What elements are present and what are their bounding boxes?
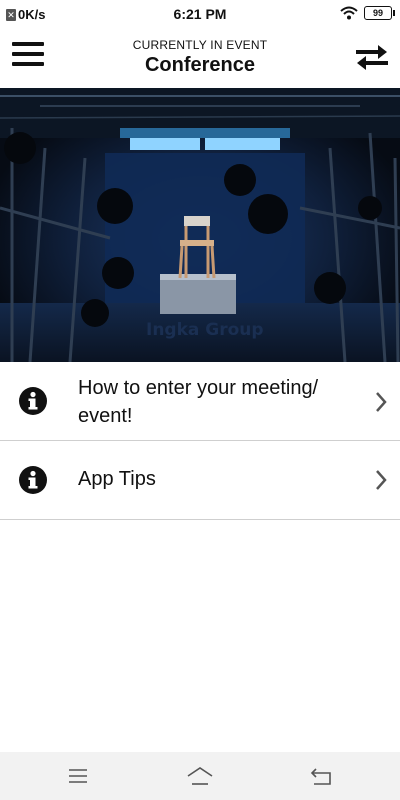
info-icon	[19, 466, 47, 494]
info-icon	[19, 387, 47, 415]
banner-overlay-text: Ingka Group	[146, 320, 264, 340]
status-bar: ✕ 0K/s 6:21 PM 99	[0, 0, 400, 28]
chevron-right-icon	[376, 470, 387, 490]
battery-icon: 99	[364, 6, 395, 20]
back-icon[interactable]	[308, 764, 336, 788]
list-item-label: How to enter your meeting/ event!	[78, 377, 319, 427]
info-list: How to enter your meeting/ event! App Ti…	[0, 362, 400, 520]
recents-icon[interactable]	[64, 764, 92, 788]
wifi-icon	[340, 6, 358, 20]
app-header: CURRENTLY IN EVENT Conference	[0, 28, 400, 88]
event-banner-image: Ingka Group	[0, 88, 400, 362]
status-right: 99	[340, 6, 395, 20]
header-subtitle: CURRENTLY IN EVENT	[132, 38, 268, 52]
list-item-app-tips[interactable]: App Tips	[0, 441, 400, 520]
switch-arrows-icon[interactable]	[354, 42, 390, 72]
chevron-right-icon	[376, 392, 387, 412]
system-nav-bar	[0, 752, 400, 800]
list-item-label: App Tips	[78, 468, 156, 490]
page-title: Conference	[144, 54, 256, 76]
battery-level: 99	[372, 8, 383, 18]
home-icon[interactable]	[186, 764, 214, 788]
list-item-enter-meeting[interactable]: How to enter your meeting/ event!	[0, 362, 400, 441]
